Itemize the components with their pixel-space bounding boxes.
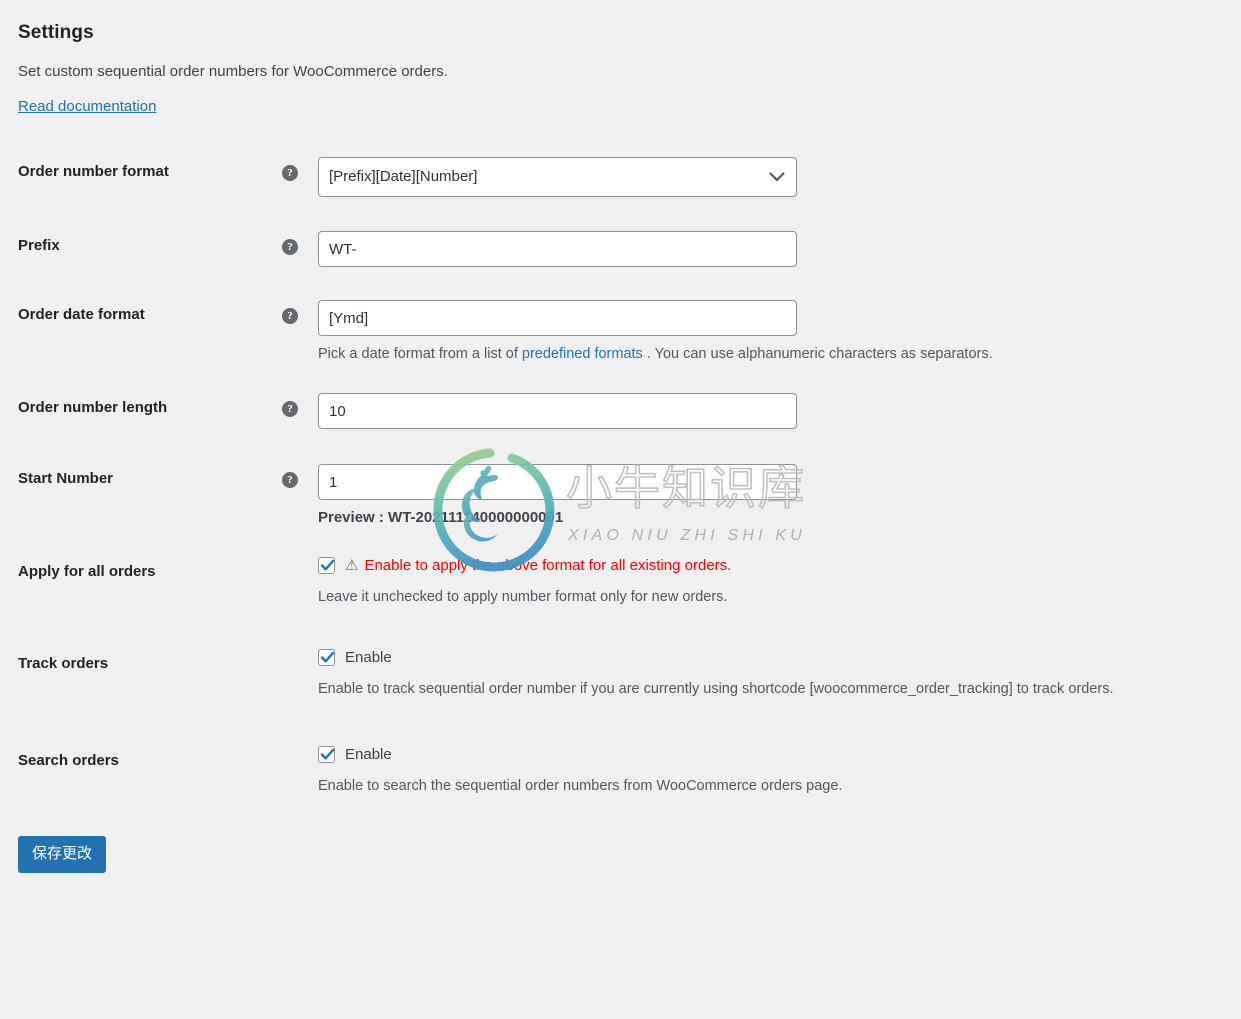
row-track-orders: Track orders Enable Enable to track sequ… [18,649,1241,699]
apply-for-all-orders-warning-text: Enable to apply the above format for all… [364,557,732,574]
track-orders-checkbox[interactable] [318,649,335,666]
page-subtitle: Set custom sequential order numbers for … [18,63,448,80]
label-prefix: Prefix [18,237,60,254]
order-date-format-input[interactable] [318,300,797,336]
field-order-number-format: [Prefix][Date][Number] [318,157,1241,197]
help-cell-order-date-format: ? [282,300,318,324]
track-orders-description: Enable to track sequential order number … [318,681,1114,697]
field-apply-for-all-orders: ⚠ Enable to apply the above format for a… [318,557,1241,607]
help-icon-order-date-format[interactable]: ? [282,308,298,324]
hint-text-after: . You can use alphanumeric characters as… [642,346,993,362]
help-icon-order-number-format[interactable]: ? [282,165,298,181]
settings-page: Settings Set custom sequential order num… [0,0,1241,873]
page-title: Settings [18,22,94,43]
label-apply-for-all-orders: Apply for all orders [18,563,156,580]
apply-for-all-orders-check-line: ⚠ Enable to apply the above format for a… [318,557,1241,574]
help-cell-apply-for-all-orders [282,557,318,563]
help-cell-order-number-format: ? [282,157,318,181]
apply-for-all-orders-description: Leave it unchecked to apply number forma… [318,589,728,605]
search-orders-checkbox-label: Enable [345,746,392,763]
search-orders-checkbox[interactable] [318,746,335,763]
help-cell-track-orders [282,649,318,655]
row-start-number: Start Number ? Preview : WT-202111140000… [18,464,1241,526]
label-search-orders: Search orders [18,752,119,769]
order-date-format-hint: Pick a date format from a list of predef… [318,344,1241,364]
order-number-format-select[interactable]: [Prefix][Date][Number] [318,157,797,197]
help-icon-start-number[interactable]: ? [282,472,298,488]
prefix-input[interactable] [318,231,797,267]
order-number-length-input[interactable] [318,393,797,429]
help-icon-order-number-length[interactable]: ? [282,401,298,417]
hint-text-before: Pick a date format from a list of [318,346,522,362]
order-number-preview: Preview : WT-202111140000000001 [318,509,564,526]
row-order-date-format: Order date format ? Pick a date format f… [18,300,1241,364]
field-prefix [318,231,1241,267]
start-number-input[interactable] [318,464,797,500]
predefined-formats-link[interactable]: predefined formats [522,346,643,362]
settings-form: Order number format ? [Prefix][Date][Num… [18,157,1241,873]
field-track-orders: Enable Enable to track sequential order … [318,649,1241,699]
help-cell-search-orders [282,746,318,752]
apply-for-all-orders-warning: ⚠ Enable to apply the above format for a… [345,557,731,574]
field-search-orders: Enable Enable to search the sequential o… [318,746,1241,796]
field-start-number: Preview : WT-202111140000000001 [318,464,1241,526]
order-number-format-select-wrap: [Prefix][Date][Number] [318,157,797,197]
field-order-number-length [318,393,1241,429]
row-order-number-format: Order number format ? [Prefix][Date][Num… [18,157,1241,197]
row-apply-for-all-orders: Apply for all orders ⚠ Enable to apply t… [18,557,1241,607]
apply-for-all-orders-checkbox[interactable] [318,557,335,574]
warning-triangle-icon: ⚠ [345,557,359,574]
help-cell-order-number-length: ? [282,393,318,417]
row-order-number-length: Order number length ? [18,393,1241,429]
search-orders-description: Enable to search the sequential order nu… [318,778,843,794]
label-track-orders: Track orders [18,655,109,672]
search-orders-check-line: Enable [318,746,1241,763]
label-order-number-length: Order number length [18,399,168,416]
field-order-date-format: Pick a date format from a list of predef… [318,300,1241,364]
label-order-number-format: Order number format [18,163,169,180]
row-search-orders: Search orders Enable Enable to search th… [18,746,1241,796]
save-changes-button[interactable]: 保存更改 [18,836,107,873]
track-orders-check-line: Enable [318,649,1241,666]
read-documentation-link[interactable]: Read documentation [18,98,156,115]
help-cell-start-number: ? [282,464,318,488]
help-icon-prefix[interactable]: ? [282,239,298,255]
row-prefix: Prefix ? [18,231,1241,267]
help-cell-prefix: ? [282,231,318,255]
label-order-date-format: Order date format [18,306,145,323]
label-start-number: Start Number [18,470,114,487]
track-orders-checkbox-label: Enable [345,649,392,666]
